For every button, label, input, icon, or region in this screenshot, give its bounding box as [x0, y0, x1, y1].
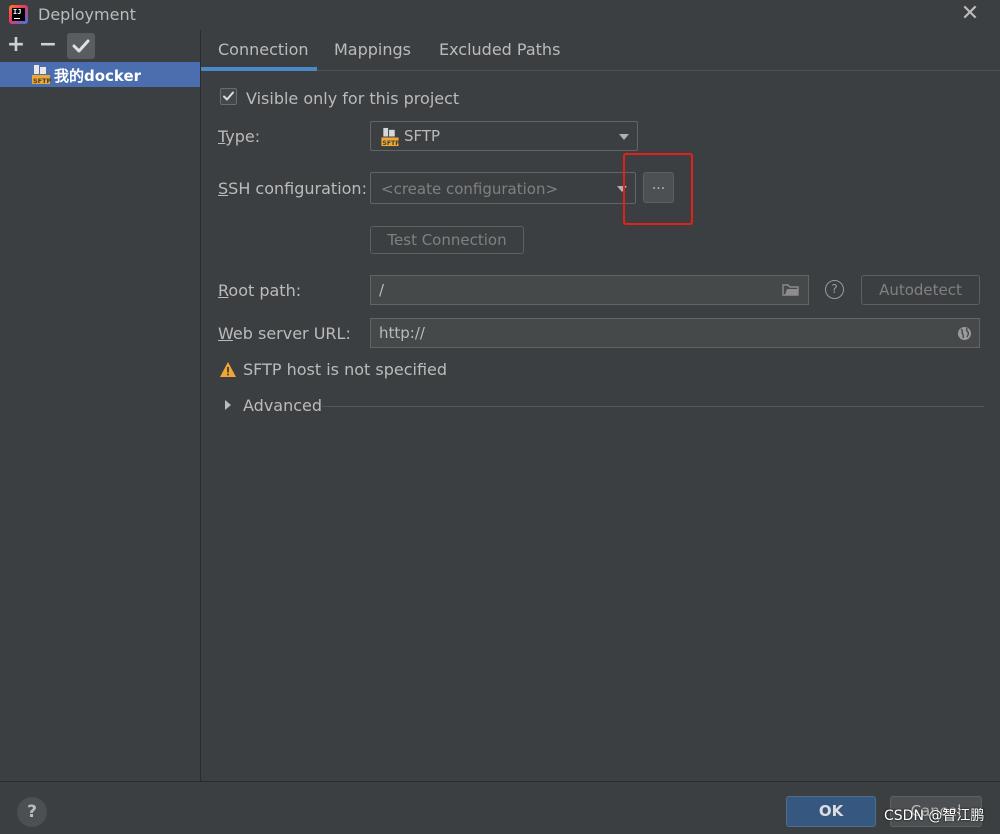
tab-bar [201, 30, 1000, 71]
ssh-configuration-dropdown[interactable]: <create configuration> [370, 172, 636, 204]
type-dropdown[interactable]: SFTP SFTP [370, 121, 638, 151]
tab-connection[interactable]: Connection [218, 40, 309, 59]
server-list-item-label: 我的docker [54, 67, 142, 85]
warning-message: SFTP host is not specified [243, 360, 448, 379]
checkmark-icon [223, 91, 234, 101]
chevron-right-icon[interactable] [225, 400, 231, 410]
visible-only-label[interactable]: Visible only for this project [246, 89, 459, 108]
root-path-input[interactable]: / [370, 275, 809, 305]
window-title: Deployment [38, 5, 136, 24]
test-connection-button[interactable]: Test Connection [370, 226, 524, 254]
svg-text:SFTP: SFTP [33, 77, 51, 85]
autodetect-button[interactable]: Autodetect [861, 275, 980, 305]
visible-only-checkbox[interactable] [220, 88, 237, 105]
active-tab-indicator [201, 67, 317, 71]
advanced-divider [322, 406, 984, 407]
close-icon[interactable]: ✕ [958, 3, 982, 27]
web-server-url-label: Web server URL: [218, 324, 351, 343]
title-bar [0, 0, 1000, 30]
advanced-section-toggle[interactable]: Advanced [243, 396, 322, 415]
intellij-app-icon: IJ [9, 5, 28, 24]
watermark-text: CSDN @智江鹏 [884, 808, 985, 824]
use-as-default-button[interactable] [67, 33, 95, 59]
root-path-value: / [379, 281, 385, 299]
root-path-help-icon[interactable]: ? [825, 280, 844, 299]
ok-button[interactable]: OK [786, 796, 876, 827]
warning-icon [220, 362, 236, 377]
chevron-down-icon [619, 134, 629, 140]
tab-mappings[interactable]: Mappings [334, 40, 411, 59]
type-value: SFTP [404, 127, 441, 145]
tab-excluded-paths[interactable]: Excluded Paths [439, 40, 560, 59]
root-path-label: Root path: [218, 281, 302, 300]
web-server-url-input[interactable]: http:// [370, 318, 980, 348]
ssh-configuration-placeholder: <create configuration> [381, 180, 559, 198]
folder-icon[interactable] [782, 283, 800, 297]
annotation-highlight-box [623, 153, 693, 225]
svg-text:SFTP: SFTP [382, 140, 400, 147]
help-button[interactable]: ? [17, 797, 47, 827]
globe-icon[interactable] [957, 326, 972, 341]
sftp-icon: SFTP [381, 127, 400, 147]
ssh-configuration-label: SSH configuration: [218, 179, 367, 198]
sftp-server-icon: SFTP [31, 64, 52, 85]
type-label: Type: [218, 127, 261, 146]
checkmark-icon [72, 39, 90, 53]
server-list-panel [0, 30, 201, 781]
web-server-url-value: http:// [379, 324, 425, 342]
add-server-button[interactable]: + [6, 34, 26, 58]
remove-server-button[interactable]: − [38, 34, 58, 58]
